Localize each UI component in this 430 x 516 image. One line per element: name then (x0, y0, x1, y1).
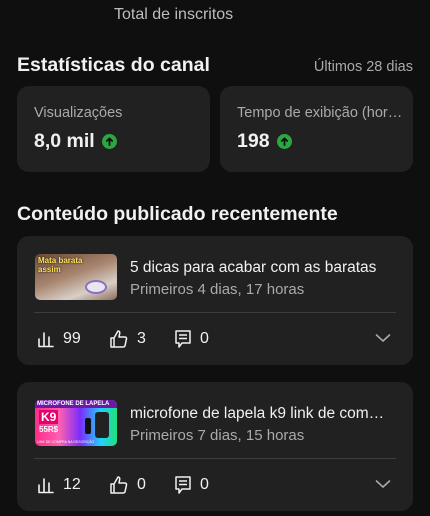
views-metric: 99 (37, 330, 81, 348)
video-period: Primeiros 7 dias, 15 horas (130, 427, 305, 444)
video-thumbnail[interactable]: Mata barata assim (35, 254, 117, 300)
thumbnail-text: K9 (39, 410, 59, 424)
thumbs-up-icon (110, 330, 128, 348)
comments-metric: 0 (174, 475, 209, 495)
channel-stats-header: Estatísticas do canal Últimos 28 dias (17, 54, 413, 77)
channel-stats-title: Estatísticas do canal (17, 54, 210, 76)
video-title: 5 dicas para acabar com as baratas (130, 259, 377, 276)
channel-analytics-page: Total de inscritos Estatísticas do canal… (0, 0, 430, 516)
views-count: 12 (63, 476, 81, 493)
video-title: microfone de lapela k9 link de com… (130, 405, 385, 422)
views-count: 99 (63, 330, 81, 347)
views-stat-card[interactable]: Visualizações 8,0 mil (17, 86, 210, 172)
bar-chart-icon (38, 478, 54, 494)
likes-metric: 3 (109, 329, 146, 349)
trend-up-icon (101, 134, 117, 149)
thumbnail-text: MICROFONE DE LAPELA (37, 401, 110, 407)
likes-count: 0 (137, 476, 146, 493)
comments-count: 0 (200, 476, 209, 493)
views-value: 8,0 mil (34, 130, 95, 152)
trend-up-icon (276, 134, 292, 149)
watch-time-label: Tempo de exibição (hor… (237, 105, 403, 121)
thumbnail-mic-shape (85, 418, 91, 434)
watch-time-stat-card[interactable]: Tempo de exibição (hor… 198 (220, 86, 413, 172)
thumbnail-text: 55R$ (39, 425, 59, 434)
video-card[interactable]: Mata barata assim 5 dicas para acabar co… (17, 236, 413, 365)
video-thumbnail[interactable]: MICROFONE DE LAPELA K9 55R$ LINK DE COMP… (35, 400, 117, 446)
likes-metric: 0 (109, 475, 146, 495)
recent-content-title: Conteúdo publicado recentemente (17, 203, 338, 225)
comment-icon (175, 476, 191, 494)
thumbs-up-icon (110, 476, 128, 494)
watch-time-value: 198 (237, 130, 270, 152)
comment-icon (175, 330, 191, 348)
video-period: Primeiros 4 dias, 17 horas (130, 281, 305, 298)
comments-metric: 0 (174, 329, 209, 349)
views-metric: 12 (37, 476, 81, 494)
bar-chart-icon (38, 332, 54, 348)
chevron-down-icon[interactable] (375, 330, 391, 348)
recent-content-header: Conteúdo publicado recentemente (17, 203, 413, 226)
date-range-label[interactable]: Últimos 28 dias (314, 59, 413, 75)
thumbnail-dish-shape (85, 280, 107, 294)
video-card[interactable]: MICROFONE DE LAPELA K9 55R$ LINK DE COMP… (17, 382, 413, 511)
likes-count: 3 (137, 330, 146, 347)
views-label: Visualizações (34, 105, 123, 121)
thumbnail-device-shape (95, 412, 109, 438)
chevron-down-icon[interactable] (375, 476, 391, 494)
total-subscribers-label: Total de inscritos (114, 6, 234, 23)
thumbnail-text: LINK DE COMPRA NA DESCRIÇÃO (37, 440, 95, 444)
comments-count: 0 (200, 330, 209, 347)
thumbnail-text: assim (38, 265, 61, 274)
thumbnail-text: Mata barata (38, 256, 83, 265)
